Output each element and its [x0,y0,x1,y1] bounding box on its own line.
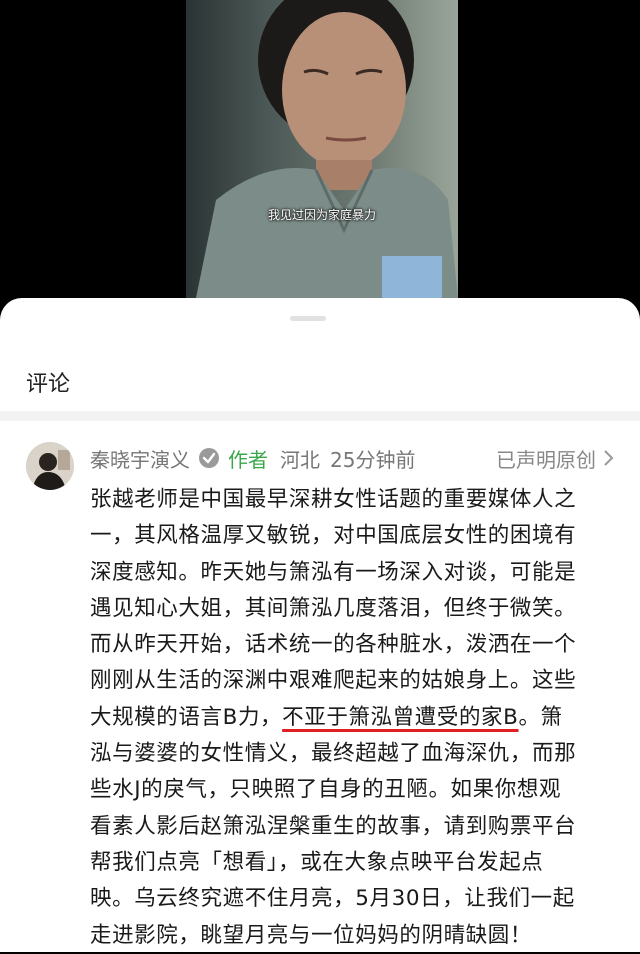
verified-badge-icon [199,448,219,468]
woman-figure-image [196,0,458,298]
comment-line: 帮我们点亮「想看」，或在大象点映平台发起点 [90,849,544,875]
comment-line: 刚刚从生活的深渊中艰难爬起来的姑娘身上。这些 [90,668,577,694]
comment-line: 张越老师是中国最早深耕女性话题的重要媒体人之 [90,487,577,512]
comments-sheet: 评论 秦晓宇演义 作者 河北 25分钟前 已声明原创 张越老师是中国最早深耕女性… [0,298,640,952]
comment-body: 张越老师是中国最早深耕女性话题的重要媒体人之 一，其风格温厚又敏锐，对中国底层女… [90,482,616,954]
comment-line: 映。乌云终究遮不住月亮，5月30日，让我们一起 [90,886,575,912]
author-tag: 作者 [228,447,268,472]
video-player[interactable]: 我见过因为家庭暴力 [0,0,640,298]
chevron-right-icon [604,450,614,466]
comment-line: 遇见知心大姐，其间箫泓几度落泪，但终于微笑。 [90,595,577,621]
comment-line: 深度感知。昨天她与箫泓有一场深入对谈，可能是 [90,559,577,585]
location-label: 河北 [280,447,320,472]
timestamp: 25分钟前 [330,447,416,472]
avatar-image [26,442,74,490]
drag-handle[interactable] [290,316,326,321]
video-subtitle: 我见过因为家庭暴力 [267,208,376,222]
avatar[interactable] [26,442,74,490]
comment-line: 大规模的语言B力，不亚于箫泓曾遭受的家B。箫 [90,700,616,736]
line-text: 大规模的语言B力， [90,704,283,730]
author-name[interactable]: 秦晓宇演义 [90,444,190,473]
video-frame: 我见过因为家庭暴力 [186,0,458,298]
comment-meta: 秦晓宇演义 作者 河北 25分钟前 [90,444,416,473]
comment-line: 走进影院，眺望月亮与一位妈妈的阴晴缺圆！ [90,922,533,948]
comment-line: 而从昨天开始，话术统一的各种脏水，泼洒在一个 [90,632,577,658]
declaration-label: 已声明原创 [496,447,596,472]
comment-line: 泓与婆婆的女性情义，最终超越了血海深仇，而那 [90,741,577,767]
comment-line: 一，其风格温厚又敏锐，对中国底层女性的困境有 [90,523,577,549]
comments-title: 评论 [26,372,71,397]
section-divider [0,411,640,421]
comment-line: 看素人影后赵箫泓涅槃重生的故事，请到购票平台 [90,813,577,839]
comment-line: 些水J的戾气，只映照了自身的丑陋。如果你想观 [90,777,562,803]
line-text: 。箫 [518,704,563,730]
underlined-text: 不亚于箫泓曾遭受的家B [282,704,519,730]
original-declaration-link[interactable]: 已声明原创 [496,445,614,472]
